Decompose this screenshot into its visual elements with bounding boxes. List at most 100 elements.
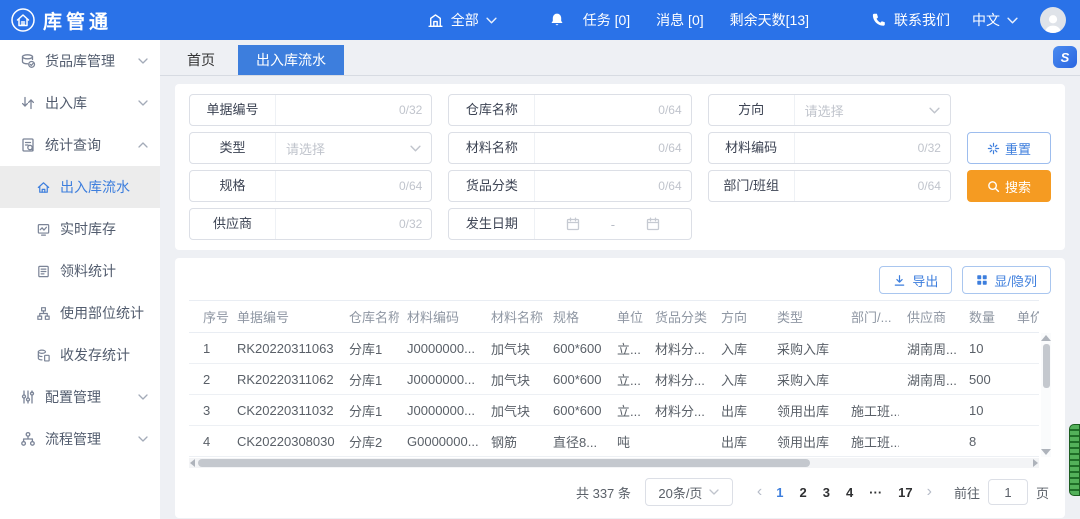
warehouse-input[interactable] (535, 95, 658, 125)
table-row[interactable]: 4CK20220308030分库2G0000000...钢筋直径8...吨出库领… (189, 426, 1039, 457)
horizontal-scroll-thumb[interactable] (198, 459, 810, 467)
department-input[interactable] (795, 171, 918, 201)
page-number[interactable]: 2 (799, 485, 806, 500)
goto-page-input[interactable] (988, 479, 1028, 505)
table-row[interactable]: 1RK20220311063分库1J0000000...加气块600*600立.… (189, 333, 1039, 364)
sidebar-item-goods-management[interactable]: 货品库管理 (0, 40, 160, 82)
direction-select[interactable]: 请选择 (795, 95, 950, 125)
supplier-input[interactable] (276, 209, 399, 239)
org-chart-icon (36, 306, 51, 321)
table-cell: 领用出库 (769, 426, 843, 457)
sidebar-item-realtime-stock[interactable]: 实时库存 (0, 208, 160, 250)
chevron-down-icon (138, 58, 148, 64)
scroll-right-arrow-icon[interactable] (1033, 459, 1038, 467)
column-header: 数量 (961, 301, 1009, 333)
char-counter: 0/32 (399, 217, 431, 231)
page-number[interactable]: 3 (823, 485, 830, 500)
chevron-down-icon (410, 145, 431, 152)
filter-field-date-range: 发生日期 - (448, 208, 691, 240)
filter-field-spec: 规格 0/64 (189, 170, 432, 202)
tab-inout-flow[interactable]: 出入库流水 (238, 45, 344, 75)
contact-us-link[interactable]: 联系我们 (871, 10, 950, 30)
calendar-icon[interactable] (566, 217, 580, 231)
table-row[interactable]: 2RK20220311062分库1J0000000...加气块600*600立.… (189, 364, 1039, 395)
page-number[interactable]: 17 (898, 485, 912, 500)
date-separator: - (611, 217, 615, 232)
table-cell: 吨 (609, 426, 647, 457)
next-page-button[interactable]: › (927, 483, 932, 501)
table-cell (1009, 426, 1039, 457)
sidebar-item-inout-flow[interactable]: 出入库流水 (0, 166, 160, 208)
table-cell (843, 364, 899, 395)
page-size-select[interactable]: 20条/页 (645, 478, 733, 506)
monitor-chart-icon (36, 222, 51, 237)
table-cell: J0000000... (399, 395, 483, 426)
sidebar-item-in-out[interactable]: 出入库 (0, 82, 160, 124)
user-avatar[interactable] (1040, 7, 1066, 33)
floating-widget-icon[interactable]: S (1053, 46, 1077, 68)
horizontal-scrollbar[interactable] (189, 458, 1039, 468)
sidebar-item-inout-balance-stats[interactable]: 收发存统计 (0, 334, 160, 376)
green-scroll-widget[interactable] (1069, 424, 1080, 496)
tasks-link[interactable]: 任务 [0] (583, 10, 630, 30)
table-row[interactable]: 3CK20220311032分库1J0000000...加气块600*600立.… (189, 395, 1039, 426)
bell-icon (549, 12, 565, 28)
sidebar-item-label: 货品库管理 (45, 51, 115, 71)
sidebar-nav: 货品库管理 出入库 统计查询 出入库流水 实时 (0, 40, 160, 519)
app-title: 库管通 (43, 7, 112, 34)
material-code-input[interactable] (795, 133, 918, 163)
scroll-up-arrow-icon[interactable] (1041, 335, 1051, 341)
material-name-input[interactable] (535, 133, 658, 163)
table-cell: 出库 (713, 395, 769, 426)
calendar-icon[interactable] (646, 217, 660, 231)
column-header: 货品分类 (647, 301, 713, 333)
sidebar-item-process-management[interactable]: 流程管理 (0, 418, 160, 460)
column-header: 类型 (769, 301, 843, 333)
scroll-down-arrow-icon[interactable] (1041, 449, 1051, 455)
field-label: 规格 (190, 171, 276, 201)
document-list-icon (36, 264, 51, 279)
show-hide-columns-button[interactable]: 显/隐列 (962, 266, 1051, 294)
tab-home[interactable]: 首页 (172, 45, 230, 75)
search-button[interactable]: 搜索 (967, 170, 1051, 202)
table-cell: 1 (189, 333, 229, 364)
scope-selector[interactable]: 全部 (427, 10, 497, 30)
filter-field-warehouse: 仓库名称 0/64 (448, 94, 691, 126)
page-number[interactable]: 1 (776, 485, 783, 500)
database-icon (20, 53, 36, 69)
page-number[interactable]: ··· (869, 485, 882, 500)
column-header: 序号 (189, 301, 229, 333)
stacked-books-icon (36, 348, 51, 363)
sidebar-item-statistics[interactable]: 统计查询 (0, 124, 160, 166)
spec-input[interactable] (276, 171, 399, 201)
reset-button[interactable]: 重置 (967, 132, 1051, 164)
table-cell (1009, 364, 1039, 395)
table-cell: 分库1 (341, 364, 399, 395)
table-cell: RK20220311063 (229, 333, 341, 364)
chevron-up-icon (138, 142, 148, 148)
page-number[interactable]: 4 (846, 485, 853, 500)
export-button[interactable]: 导出 (879, 266, 952, 294)
language-selector[interactable]: 中文 (972, 10, 1018, 30)
doc-no-input[interactable] (276, 95, 399, 125)
char-counter: 0/64 (658, 141, 690, 155)
table-cell: G0000000... (399, 426, 483, 457)
filter-field-type: 类型 请选择 (189, 132, 432, 164)
type-select[interactable]: 请选择 (276, 133, 431, 163)
pagination: 共 337 条 20条/页 ‹ 1234···17 › 前往 页 (189, 478, 1049, 506)
prev-page-button[interactable]: ‹ (757, 483, 762, 501)
sidebar-item-config-management[interactable]: 配置管理 (0, 376, 160, 418)
chevron-down-icon (138, 394, 148, 400)
scope-label: 全部 (451, 10, 479, 30)
notification-bell[interactable] (549, 12, 565, 28)
select-placeholder: 请选择 (795, 101, 929, 120)
messages-link[interactable]: 消息 [0] (656, 10, 703, 30)
char-counter: 0/64 (918, 179, 950, 193)
sidebar-item-usage-stats[interactable]: 使用部位统计 (0, 292, 160, 334)
vertical-scrollbar[interactable] (1041, 333, 1051, 457)
sidebar-item-material-stats[interactable]: 领料统计 (0, 250, 160, 292)
category-input[interactable] (535, 171, 658, 201)
scroll-left-arrow-icon[interactable] (190, 459, 195, 467)
tab-bar: 首页 出入库流水 (160, 40, 1080, 76)
vertical-scroll-thumb[interactable] (1043, 344, 1050, 388)
